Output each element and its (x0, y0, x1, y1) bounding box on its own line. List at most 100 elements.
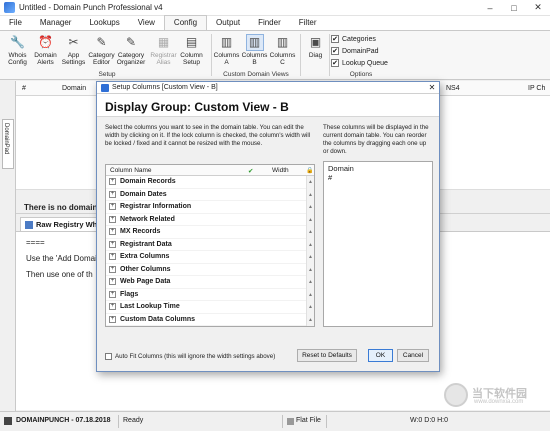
expand-icon[interactable]: + (109, 303, 116, 311)
tab-finder[interactable]: Finder (249, 16, 290, 30)
ribbon-divider (300, 34, 301, 76)
selected-columns-list[interactable]: Domain # (323, 161, 433, 327)
left-sidebar: DomainPad (0, 81, 16, 411)
tab-view[interactable]: View (129, 16, 164, 30)
file-icon (287, 418, 294, 425)
scroll-indicator-icon: ▲ (306, 251, 314, 264)
group-domain-dates[interactable]: + Domain Dates ▲ (106, 188, 314, 201)
maximize-button[interactable]: □ (502, 0, 526, 16)
diag-button[interactable]: ▣ Diag (302, 34, 329, 59)
app-settings-button[interactable]: ✂ App Settings (60, 34, 87, 66)
expand-icon[interactable]: + (109, 265, 116, 273)
columns-icon: ▥ (276, 35, 289, 49)
empty-table-message: There is no domain (24, 203, 98, 212)
columns-c-button[interactable]: ▥ Columns C (269, 34, 296, 66)
reset-defaults-button[interactable]: Reset to Defaults (297, 349, 357, 362)
expand-icon[interactable]: + (109, 215, 116, 223)
dialog-title-bar: Setup Columns [Custom View - B] ✕ (97, 82, 439, 94)
col-header-domain[interactable]: Domain (62, 85, 86, 92)
col-header-ns4[interactable]: NS4 (446, 85, 460, 92)
columns-icon: ▥ (245, 34, 264, 51)
check-header-icon: ✔ (248, 168, 254, 175)
group-domain-records[interactable]: + Domain Records ▲ (106, 176, 314, 189)
ribbon: 🔧 Whois Config ⏰ Domain Alerts ✂ App Set… (0, 31, 550, 80)
checkmark-icon: ✔ (331, 35, 339, 43)
registry-line: Use the 'Add Domai (26, 254, 97, 263)
scroll-indicator-icon: ▲ (306, 201, 314, 214)
group-web-page-data[interactable]: + Web Page Data ▲ (106, 276, 314, 289)
checkmark-icon: ✔ (331, 59, 339, 67)
tools-icon: ✂ (68, 35, 79, 49)
tab-config[interactable]: Config (163, 15, 208, 30)
tab-output[interactable]: Output (207, 16, 249, 30)
tab-filter[interactable]: Filter (290, 16, 326, 30)
status-text: Ready (123, 417, 144, 424)
expand-icon[interactable]: + (109, 228, 116, 236)
app-icon (4, 2, 15, 13)
selected-column-item[interactable]: Domain (324, 164, 432, 173)
expand-icon[interactable]: + (109, 240, 116, 248)
checkbox-icon (105, 353, 112, 360)
status-divider (282, 415, 283, 428)
cancel-button[interactable]: Cancel (397, 349, 429, 362)
domainpad-tab[interactable]: DomainPad (2, 119, 14, 169)
expand-icon[interactable]: + (109, 253, 116, 261)
group-network-related[interactable]: + Network Related ▲ (106, 213, 314, 226)
group-extra-columns[interactable]: + Extra Columns ▲ (106, 251, 314, 264)
folder-organize-icon: ✎ (125, 35, 137, 49)
autofit-checkbox[interactable]: Auto Fit Columns (this will ignore the w… (105, 353, 275, 360)
registrar-alias-button[interactable]: ▦ Registrar Alias (150, 34, 177, 66)
tab-manager[interactable]: Manager (31, 16, 81, 30)
selected-column-item[interactable]: # (324, 173, 432, 182)
dialog-header: Display Group: Custom View - B (97, 94, 439, 117)
group-registrant-data[interactable]: + Registrant Data ▲ (106, 238, 314, 251)
column-groups-list: Column Name ✔ Width 🔒 + Domain Records ▲ +… (105, 164, 315, 327)
domain-alerts-button[interactable]: ⏰ Domain Alerts (32, 34, 59, 66)
group-mx-records[interactable]: + MX Records ▲ (106, 226, 314, 239)
group-last-lookup-time[interactable]: + Last Lookup Time ▲ (106, 301, 314, 314)
title-bar: Untitled - Domain Punch Professional v4 … (0, 0, 550, 16)
wrench-icon: 🔧 (10, 35, 25, 49)
minimize-button[interactable]: – (478, 0, 502, 16)
group-registrar-information[interactable]: + Registrar Information ▲ (106, 201, 314, 214)
watermark-url: www.downxia.com (474, 399, 524, 405)
tab-lookups[interactable]: Lookups (80, 16, 128, 30)
dialog-close-icon[interactable]: ✕ (425, 83, 439, 92)
categories-checkbox[interactable]: ✔ Categories (331, 35, 376, 43)
expand-icon[interactable]: + (109, 190, 116, 198)
counters: W:0 D:0 H:0 (410, 417, 448, 424)
category-editor-button[interactable]: ✎ Category Editor (88, 34, 115, 66)
document-icon (25, 220, 33, 229)
status-bar: DOMAINPUNCH - 07.18.2018 Ready Flat File… (0, 411, 550, 431)
scroll-indicator-icon: ▲ (306, 238, 314, 251)
group-other-columns[interactable]: + Other Columns ▲ (106, 263, 314, 276)
registrar-icon: ▦ (157, 35, 170, 49)
expand-icon[interactable]: + (109, 290, 116, 298)
column-setup-button[interactable]: ▤ Column Setup (178, 34, 205, 66)
scroll-indicator-icon: ▲ (306, 176, 314, 189)
expand-icon[interactable]: + (109, 278, 116, 286)
group-custom-data-columns[interactable]: + Custom Data Columns ▲ (106, 313, 314, 326)
columns-a-button[interactable]: ▥ Columns A (213, 34, 240, 66)
expand-icon[interactable]: + (109, 178, 116, 186)
custom-views-group: ▥ Columns A ▥ Columns B ▥ Columns C Cust… (213, 32, 299, 78)
category-organizer-button[interactable]: ✎ Category Organizer (116, 34, 146, 66)
tab-file[interactable]: File (0, 16, 31, 30)
registry-line: ==== (26, 238, 45, 247)
expand-icon[interactable]: + (109, 315, 116, 323)
columns-b-button[interactable]: ▥ Columns B (241, 34, 268, 66)
col-header-ip[interactable]: IP Ch (528, 85, 545, 92)
ok-button[interactable]: OK (368, 349, 393, 362)
brand-label: DOMAINPUNCH - 07.18.2018 (16, 417, 111, 424)
group-flags[interactable]: + Flags ▲ (106, 288, 314, 301)
col-header-number[interactable]: # (22, 85, 26, 92)
file-mode: Flat File (296, 417, 321, 424)
domainpad-checkbox[interactable]: ✔ DomainPad (331, 47, 379, 55)
dialog-preview-instructions: These columns will be displayed in the c… (323, 124, 429, 155)
close-button[interactable]: ✕ (526, 0, 550, 16)
scroll-indicator-icon: ▲ (306, 276, 314, 289)
lookup-queue-checkbox[interactable]: ✔ Lookup Queue (331, 59, 388, 67)
expand-icon[interactable]: + (109, 203, 116, 211)
scroll-indicator-icon: ▲ (306, 263, 314, 276)
whois-config-button[interactable]: 🔧 Whois Config (4, 34, 31, 66)
